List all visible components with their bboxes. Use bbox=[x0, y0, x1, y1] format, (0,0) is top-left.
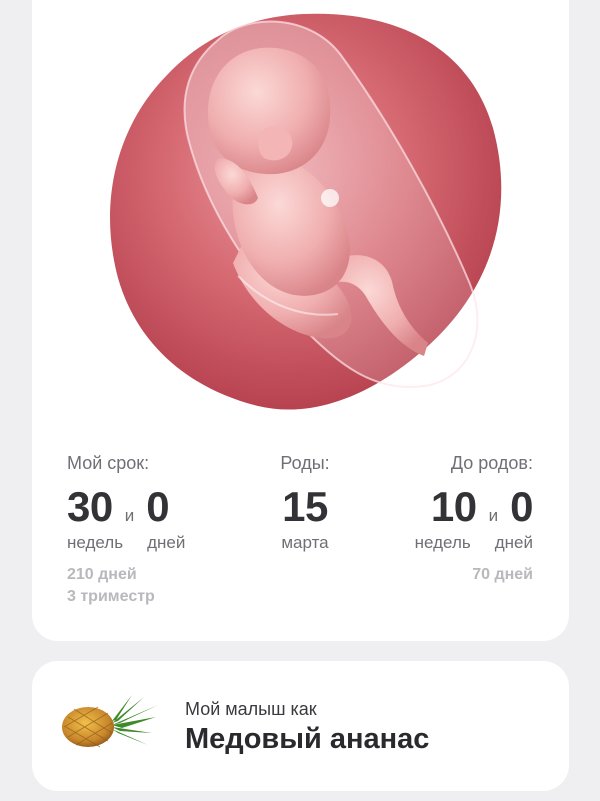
term-conjunction: и bbox=[124, 506, 135, 525]
until-units: недель дней bbox=[415, 533, 533, 553]
baby-size-prefix: Мой малыш как bbox=[185, 699, 317, 719]
term-weeks-value: 30 bbox=[67, 483, 113, 530]
my-term-label: Мой срок: bbox=[67, 453, 150, 473]
birth-label: Роды: bbox=[280, 453, 330, 473]
term-units: недель дней bbox=[67, 533, 185, 553]
birth-month-row: марта bbox=[275, 533, 335, 553]
until-label: До родов: bbox=[450, 453, 533, 473]
my-term-value: 30 и 0 bbox=[67, 483, 185, 531]
baby-size-card[interactable]: Мой малыш как Медовый ананас bbox=[32, 661, 569, 791]
until-value: 10 и 0 bbox=[415, 483, 534, 531]
until-conjunction: и bbox=[488, 506, 499, 525]
until-weeks-value: 10 bbox=[430, 483, 477, 530]
my-term-stat: Мой срок: 30 и 0 недель дней bbox=[67, 452, 185, 553]
pregnancy-summary-card: Мой срок: 30 и 0 недель дней Роды: 15 ма… bbox=[32, 0, 569, 641]
until-days-value: 0 bbox=[510, 483, 533, 530]
birth-month: марта bbox=[281, 533, 329, 552]
term-days-unit: дней bbox=[147, 533, 186, 552]
until-total-days: 70 дней bbox=[472, 566, 533, 583]
baby-size-name: Медовый ананас bbox=[185, 723, 430, 755]
term-total-days: 210 дней bbox=[67, 566, 137, 583]
pineapple-icon bbox=[60, 695, 160, 755]
term-days-value: 0 bbox=[146, 483, 170, 530]
birth-day-value: 15 bbox=[282, 483, 328, 530]
until-weeks-unit: недель bbox=[414, 533, 471, 552]
birth-date-stat: Роды: 15 марта bbox=[275, 452, 335, 553]
birth-day-row: 15 bbox=[275, 483, 335, 531]
term-weeks-unit: недель bbox=[67, 533, 124, 552]
until-days-unit: дней bbox=[494, 533, 533, 552]
term-trimester: 3 триместр bbox=[67, 588, 155, 605]
fetus-illustration bbox=[98, 8, 504, 420]
until-birth-stat: До родов: 10 и 0 недель дней bbox=[415, 452, 534, 553]
